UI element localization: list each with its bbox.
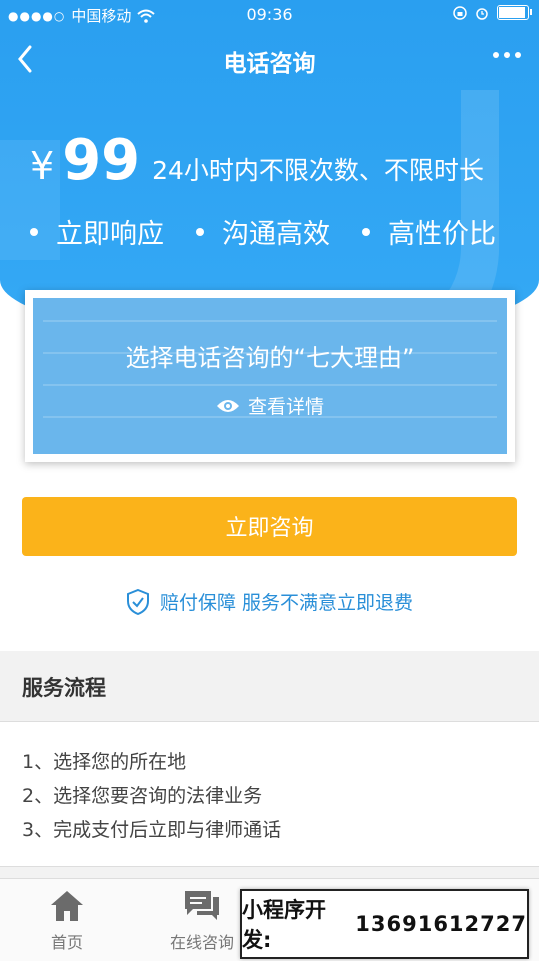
reasons-card[interactable]: 选择电话咨询的“七大理由” 查看详情: [25, 290, 515, 462]
more-options-icon[interactable]: [493, 52, 521, 58]
price-amount: 99: [62, 128, 141, 193]
currency-symbol: ¥: [30, 144, 55, 188]
page-title: 电话咨询: [223, 51, 316, 77]
promo-phone: 13691612727: [355, 912, 527, 936]
promo-label: 小程序开发:: [242, 898, 326, 952]
consult-now-button[interactable]: 立即咨询: [22, 497, 517, 556]
tab-home-label: 首页: [50, 933, 83, 952]
process-step: 1、选择您的所在地: [22, 751, 187, 773]
process-steps: 1、选择您的所在地 2、选择您要咨询的法律业务 3、完成支付后立即与律师通话: [22, 745, 281, 847]
chat-icon: [185, 891, 219, 920]
view-details-label: 查看详情: [247, 396, 324, 418]
rotation-lock-icon: [453, 5, 467, 20]
reasons-card-title: 选择电话咨询的“七大理由”: [125, 344, 415, 372]
home-icon: [51, 891, 83, 921]
nav-bar: 电话咨询: [0, 30, 539, 90]
tab-online-consult[interactable]: 在线咨询: [152, 889, 252, 953]
view-details-link[interactable]: 查看详情: [33, 392, 507, 419]
price-row: ¥ 99 24小时内不限次数、不限时长: [30, 128, 484, 193]
feature-item: 高性价比: [362, 212, 496, 251]
process-step: 2、选择您要咨询的法律业务: [22, 785, 263, 807]
feature-item: 立即响应: [30, 212, 164, 251]
tab-home[interactable]: 首页: [17, 889, 117, 953]
tab-online-consult-label: 在线咨询: [169, 933, 234, 952]
feature-list: 立即响应 沟通高效 高性价比: [30, 212, 496, 251]
status-bar: ●●●●○ 中国移动 09:36: [0, 0, 539, 30]
guarantee-text: 赔付保障 服务不满意立即退费: [159, 592, 414, 614]
promo-overlay: 小程序开发: 13691612727: [240, 889, 529, 959]
guarantee-note: 赔付保障 服务不满意立即退费: [0, 588, 539, 615]
price-description: 24小时内不限次数、不限时长: [152, 156, 484, 185]
process-section-title: 服务流程: [22, 676, 106, 700]
battery-icon: [497, 5, 532, 20]
reasons-card-image: 选择电话咨询的“七大理由” 查看详情: [33, 298, 507, 454]
alarm-icon: [476, 7, 488, 20]
feature-item: 沟通高效: [196, 212, 330, 251]
shield-check-icon: [126, 588, 149, 615]
eye-icon: [216, 399, 239, 412]
process-step: 3、完成支付后立即与律师通话: [22, 819, 282, 841]
